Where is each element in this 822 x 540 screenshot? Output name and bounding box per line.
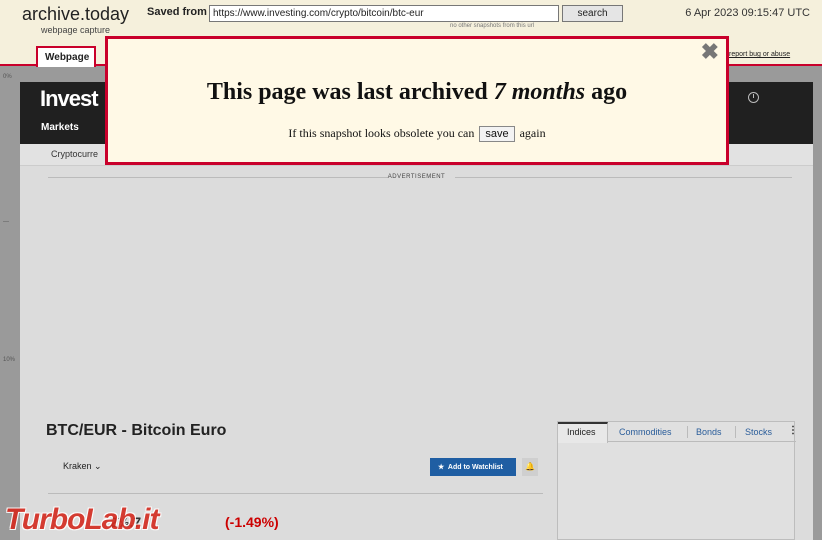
left-marker-bottom: 10% [3,357,16,363]
search-button[interactable]: search [562,5,623,22]
price-change-percent: (-1.49%) [225,514,279,530]
last-archived-modal: ✖ This page was last archived 7 months a… [105,36,729,165]
divider [48,493,543,494]
message-suffix: again [519,126,546,140]
save-button[interactable]: save [479,126,515,143]
side-panel-tabs: Indices Commodities Bonds Stocks ⋮ [558,422,798,443]
close-icon[interactable]: ✖ [701,40,719,64]
url-input[interactable] [209,5,559,22]
subnav-item-cryptocurrency[interactable]: Cryptocurre [51,149,98,159]
no-other-snapshots-text[interactable]: no other snapshots from this url [450,23,534,29]
site-logo[interactable]: Invest [40,86,99,112]
exchange-dropdown[interactable]: Kraken ⌄ [63,461,102,472]
watchlist-button-label: Add to Watchlist [447,464,503,471]
headline-emphasis: 7 months [493,79,586,105]
left-marker-mid: — [3,219,9,225]
message-prefix: If this snapshot looks obsolete you can [288,126,475,140]
tab-stocks[interactable]: Stocks [745,427,772,437]
tab-separator [687,426,688,438]
watermark-logo: TurboLab.it [5,503,159,536]
saved-from-label: Saved from [147,6,207,18]
modal-headline: This page was last archived 7 months ago [108,79,726,106]
tab-indices[interactable]: Indices [567,427,596,437]
ad-divider-right [455,177,792,178]
add-to-watchlist-button[interactable]: ★ Add to Watchlist [430,458,516,476]
archive-logo-title[interactable]: archive.today [22,4,129,25]
modal-message: If this snapshot looks obsolete you can … [108,126,726,143]
headline-suffix: ago [591,79,628,105]
page-title: BTC/EUR - Bitcoin Euro [46,422,227,439]
clock-icon[interactable] [748,92,759,103]
tab-separator [735,426,736,438]
tab-bonds[interactable]: Bonds [696,427,722,437]
archive-logo-subtitle: webpage capture [41,25,111,35]
alert-bell-icon[interactable]: 🔔 [522,458,538,476]
tab-commodities[interactable]: Commodities [619,427,672,437]
nav-item-markets[interactable]: Markets [41,122,79,133]
capture-date: 6 Apr 2023 09:15:47 UTC [685,7,810,19]
left-marker-top: 0% [3,74,12,80]
star-icon: ★ [438,464,445,471]
report-bug-link[interactable]: report bug or abuse [729,51,790,58]
tab-webpage[interactable]: Webpage [36,46,96,67]
more-options-icon[interactable]: ⋮ [788,425,798,436]
markets-side-panel: Indices Commodities Bonds Stocks ⋮ [557,421,798,540]
headline-prefix: This page was last archived [206,79,488,105]
